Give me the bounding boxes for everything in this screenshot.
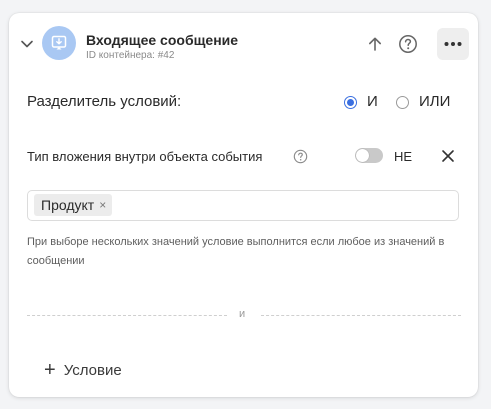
message-in-icon <box>51 35 67 50</box>
value-tag: Продукт × <box>34 194 113 216</box>
arrow-up-icon <box>369 37 381 51</box>
not-toggle-label: НЕ <box>394 149 413 164</box>
separator-label: Разделитель условий: <box>27 93 182 110</box>
not-toggle[interactable] <box>355 148 383 163</box>
tag-remove-button[interactable]: × <box>99 199 106 211</box>
radio-and-label[interactable]: И <box>367 93 378 110</box>
divider-line-right <box>261 315 461 316</box>
message-in-icon-badge <box>42 26 76 60</box>
close-icon[interactable] <box>440 148 456 164</box>
add-condition-button[interactable]: + Условие <box>44 360 122 380</box>
value-tag-label: Продукт <box>41 197 95 213</box>
values-hint: При выборе нескольких значений условие в… <box>27 236 445 267</box>
container-id: ID контейнера: #42 <box>86 50 175 61</box>
plus-icon: + <box>44 359 56 381</box>
more-icon <box>444 42 462 46</box>
values-tag-input[interactable]: Продукт × <box>27 190 459 221</box>
block-title: Входящее сообщение <box>86 32 239 48</box>
radio-or-label[interactable]: ИЛИ <box>419 93 450 110</box>
move-up-button[interactable] <box>365 34 385 54</box>
divider-label: и <box>239 308 246 320</box>
radio-and[interactable] <box>344 96 357 109</box>
chevron-down-icon[interactable] <box>20 37 34 51</box>
help-button[interactable] <box>398 34 418 54</box>
help-icon <box>399 35 417 53</box>
help-icon[interactable] <box>293 149 308 164</box>
toggle-knob <box>356 149 369 162</box>
add-condition-label: Условие <box>63 361 122 379</box>
attachment-type-label: Тип вложения внутри объекта события <box>27 149 263 164</box>
divider-line-left <box>27 315 227 316</box>
radio-or[interactable] <box>396 96 409 109</box>
more-options-button[interactable] <box>437 28 469 60</box>
condition-card: Входящее сообщение ID контейнера: #42 Ра… <box>9 13 478 397</box>
